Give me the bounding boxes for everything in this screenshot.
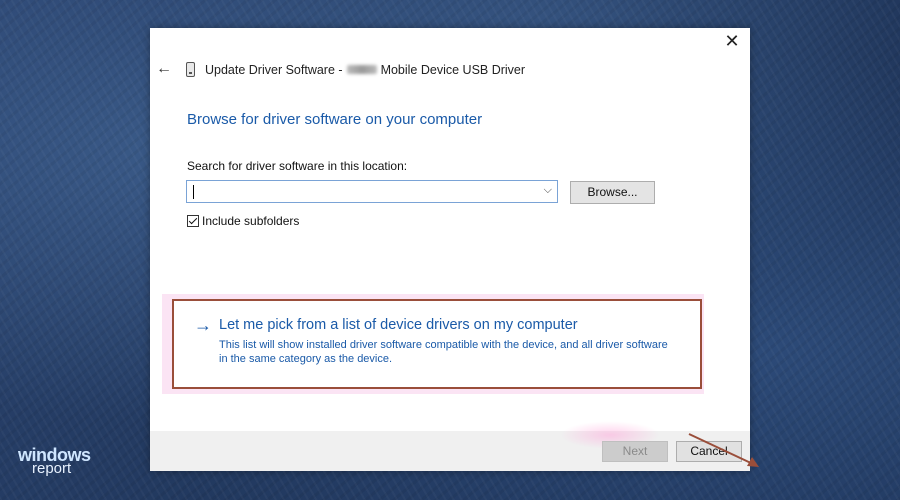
windows-report-logo: windows report [18,446,91,476]
include-subfolders-checkbox[interactable] [187,215,199,227]
device-icon [186,62,195,77]
arrow-right-icon: → [194,315,212,335]
search-location-label: Search for driver software in this locat… [187,159,408,173]
dialog-title-prefix: Update Driver Software - [205,62,343,77]
pick-option-title[interactable]: Let me pick from a list of device driver… [219,317,578,333]
chevron-down-icon[interactable]: ⌵ [544,184,552,197]
close-icon[interactable]: ✕ [718,30,746,52]
dialog-title: Update Driver Software - Mobile Device U… [186,62,525,77]
update-driver-dialog: ✕ ← Update Driver Software - Mobile Devi… [150,28,759,471]
next-button[interactable]: Next [602,441,668,462]
dialog-footer: Next Cancel [150,421,750,471]
driver-path-input[interactable]: ⌵ [186,180,558,203]
dialog-title-suffix: Mobile Device USB Driver [380,62,526,77]
text-caret [193,185,194,199]
include-subfolders-label: Include subfolders [202,214,300,228]
include-subfolders-option[interactable]: Include subfolders [187,214,299,228]
pick-from-list-option[interactable]: → Let me pick from a list of device driv… [172,299,702,389]
browse-button[interactable]: Browse... [570,181,655,204]
annotation-arrow-icon [688,433,759,467]
pick-option-description: This list will show installed driver sof… [219,339,668,365]
back-arrow-icon[interactable]: ← [156,60,172,78]
page-heading: Browse for driver software on your compu… [187,111,483,128]
redacted-brand-name [346,65,377,74]
